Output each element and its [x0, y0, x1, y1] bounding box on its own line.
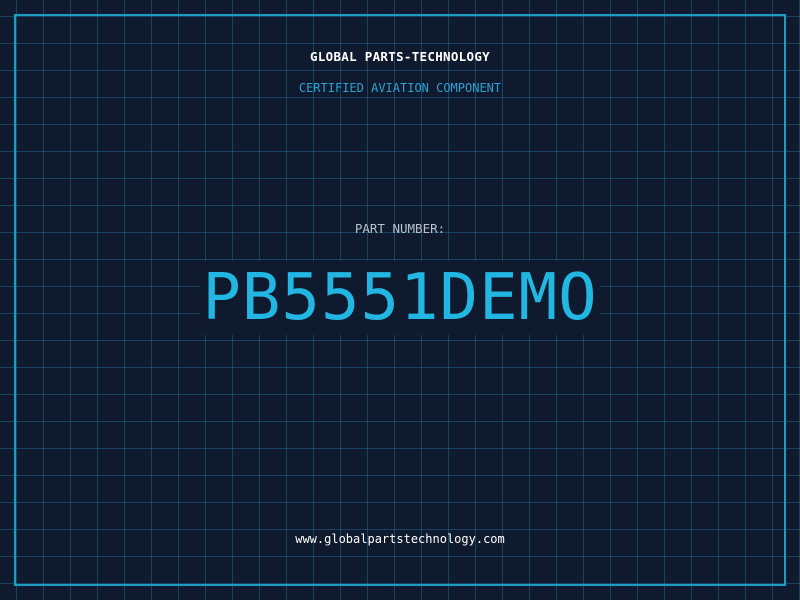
website-url: www.globalpartstechnology.com: [295, 532, 505, 546]
part-number-value: PB5551DEMO: [200, 261, 600, 335]
company-name: GLOBAL PARTS-TECHNOLOGY: [310, 49, 490, 64]
component-subtitle: CERTIFIED AVIATION COMPONENT: [298, 81, 502, 95]
part-number-display: PB5551DEMO: [0, 258, 800, 338]
parts-label-card: GLOBAL PARTS-TECHNOLOGY CERTIFIED AVIATI…: [0, 0, 800, 600]
part-number-label: PART NUMBER:: [354, 221, 446, 236]
